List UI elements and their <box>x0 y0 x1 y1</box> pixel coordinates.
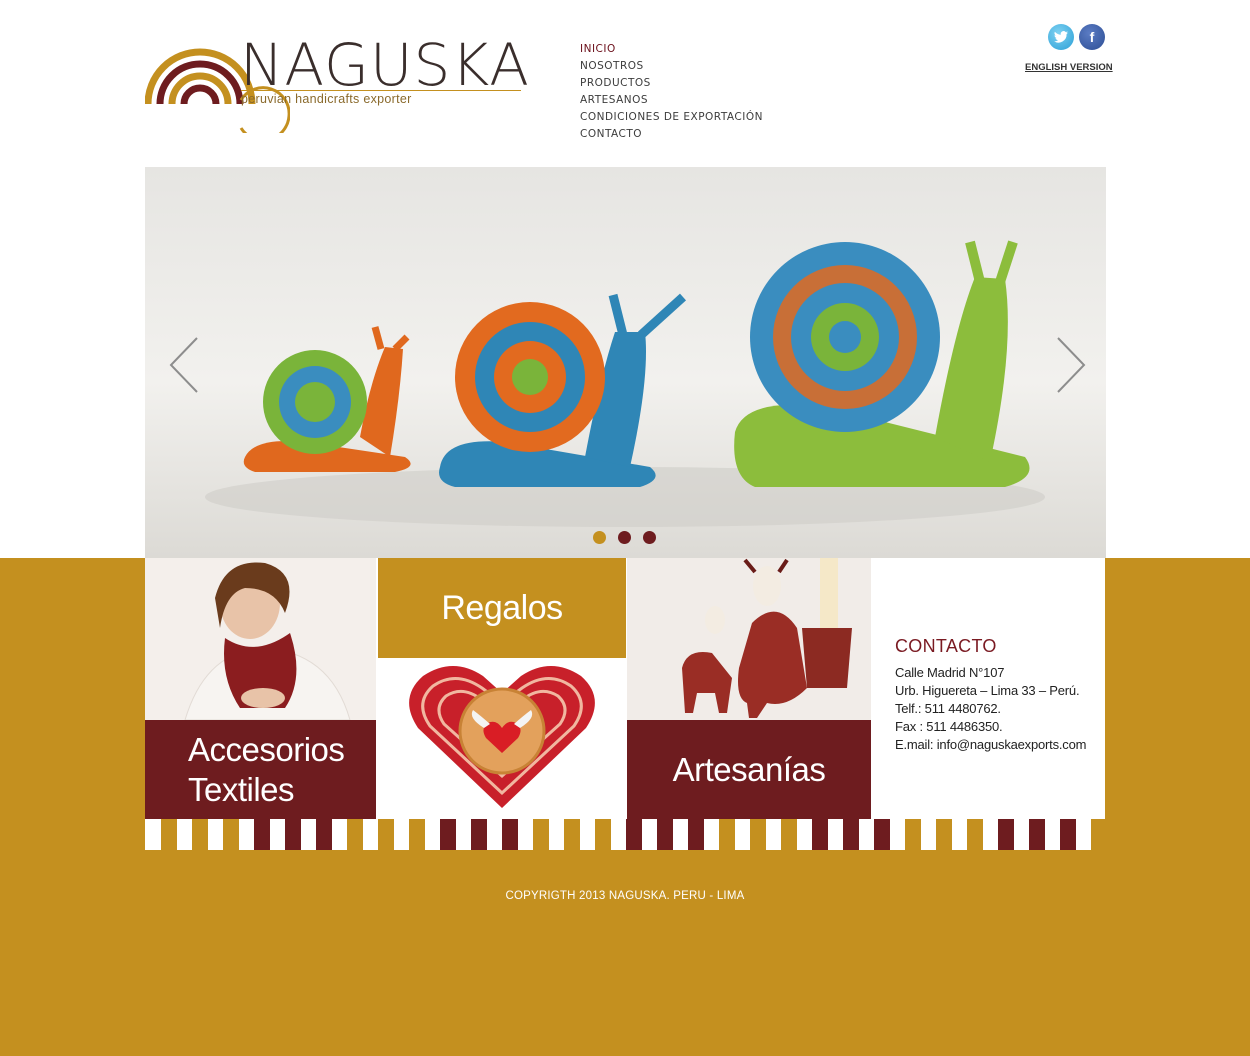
stripe-bar <box>223 819 239 850</box>
category-tiles: Accesorios Textiles Regalos Artesanías C… <box>145 558 1105 819</box>
nav-item-condiciones[interactable]: CONDICIONES DE EXPORTACIÓN <box>580 109 763 126</box>
heart-ornament-photo <box>378 658 626 819</box>
stripe-bar <box>657 819 673 850</box>
slider-dot-2[interactable] <box>618 531 631 544</box>
nav-item-artesanos[interactable]: ARTESANOS <box>580 92 763 109</box>
facebook-glyph: f <box>1089 29 1095 45</box>
slider-dot-1[interactable] <box>593 531 606 544</box>
regalos-label: Regalos <box>378 558 626 658</box>
facebook-icon[interactable]: f <box>1079 24 1105 50</box>
stripe-bar <box>843 819 859 850</box>
english-version-link[interactable]: ENGLISH VERSION <box>1025 62 1113 73</box>
stripe-bar <box>905 819 921 850</box>
slider-pagination <box>593 531 656 544</box>
stripe-bar <box>750 819 766 850</box>
logo[interactable]: NAGUSKA peruvian handicrafts exporter <box>145 32 529 133</box>
stripe-bar <box>533 819 549 850</box>
stripe-bar <box>378 819 394 850</box>
hero-slider <box>145 167 1106 558</box>
nav-item-productos[interactable]: PRODUCTOS <box>580 75 763 92</box>
contact-address-1: Calle Madrid N°107 <box>895 665 1005 680</box>
stripe-bar <box>719 819 735 850</box>
logo-wordmark: NAGUSKA <box>240 31 530 99</box>
stripe-bar <box>1091 819 1105 850</box>
contact-box: CONTACTO Calle Madrid N°107 Urb. Higuere… <box>872 558 1105 819</box>
social-links: f <box>1048 24 1105 50</box>
logo-divider <box>241 90 521 91</box>
nav-item-nosotros[interactable]: NOSOTROS <box>580 58 763 75</box>
tile-regalos[interactable]: Regalos <box>378 558 626 819</box>
contact-details: Calle Madrid N°107 Urb. Higuereta – Lima… <box>895 664 1086 754</box>
twitter-icon[interactable] <box>1048 24 1074 50</box>
copyright-text: COPYRIGTH 2013 NAGUSKA. PERU - LIMA <box>505 890 745 902</box>
main-nav: INICIO NOSOTROS PRODUCTOS ARTESANOS COND… <box>580 41 763 143</box>
stripe-bar <box>874 819 890 850</box>
stripe-bar <box>564 819 580 850</box>
stripe-bar <box>471 819 487 850</box>
contact-address-2: Urb. Higuereta – Lima 33 – Perú. <box>895 683 1080 698</box>
knitted-snails-photo <box>205 240 1045 527</box>
stripe-bar <box>595 819 611 850</box>
slider-dot-3[interactable] <box>643 531 656 544</box>
stripe-bar <box>161 819 177 850</box>
stripe-bar <box>502 819 518 850</box>
artesanias-label: Artesanías <box>627 720 871 819</box>
stripe-bar <box>254 819 270 850</box>
nav-item-contacto[interactable]: CONTACTO <box>580 126 763 143</box>
contact-title: CONTACTO <box>895 636 997 656</box>
accesorios-line2: Textiles <box>188 771 295 808</box>
stripe-bar <box>688 819 704 850</box>
logo-tagline: peruvian handicrafts exporter <box>241 92 412 106</box>
slider-next-arrow-icon[interactable] <box>1050 335 1090 395</box>
stripe-bar <box>781 819 797 850</box>
ceramic-bulls-photo <box>627 558 871 720</box>
stripe-bar <box>812 819 828 850</box>
stripe-bar <box>626 819 642 850</box>
stripe-bar <box>409 819 425 850</box>
contact-phone: Telf.: 511 4480762. <box>895 701 1001 716</box>
contact-email[interactable]: E.mail: info@naguskaexports.com <box>895 736 1086 754</box>
stripe-bar <box>1029 819 1045 850</box>
slider-prev-arrow-icon[interactable] <box>165 335 205 395</box>
stripe-bar <box>967 819 983 850</box>
decorative-stripe-band <box>145 819 1105 850</box>
nav-item-inicio[interactable]: INICIO <box>580 41 763 58</box>
stripe-bar <box>192 819 208 850</box>
stripe-bar <box>1060 819 1076 850</box>
stripe-bar <box>936 819 952 850</box>
stripe-bar <box>285 819 301 850</box>
tile-accesorios-textiles[interactable]: Accesorios Textiles <box>145 558 376 819</box>
tile-artesanias[interactable]: Artesanías <box>627 558 871 819</box>
accesorios-label: Accesorios Textiles <box>145 720 376 819</box>
stripe-bar <box>998 819 1014 850</box>
stripe-bar <box>316 819 332 850</box>
contact-fax: Fax : 511 4486350. <box>895 719 1003 734</box>
stripe-bar <box>440 819 456 850</box>
woman-scarf-photo <box>145 558 376 721</box>
accesorios-line1: Accesorios <box>188 731 345 768</box>
stripe-bar <box>347 819 363 850</box>
